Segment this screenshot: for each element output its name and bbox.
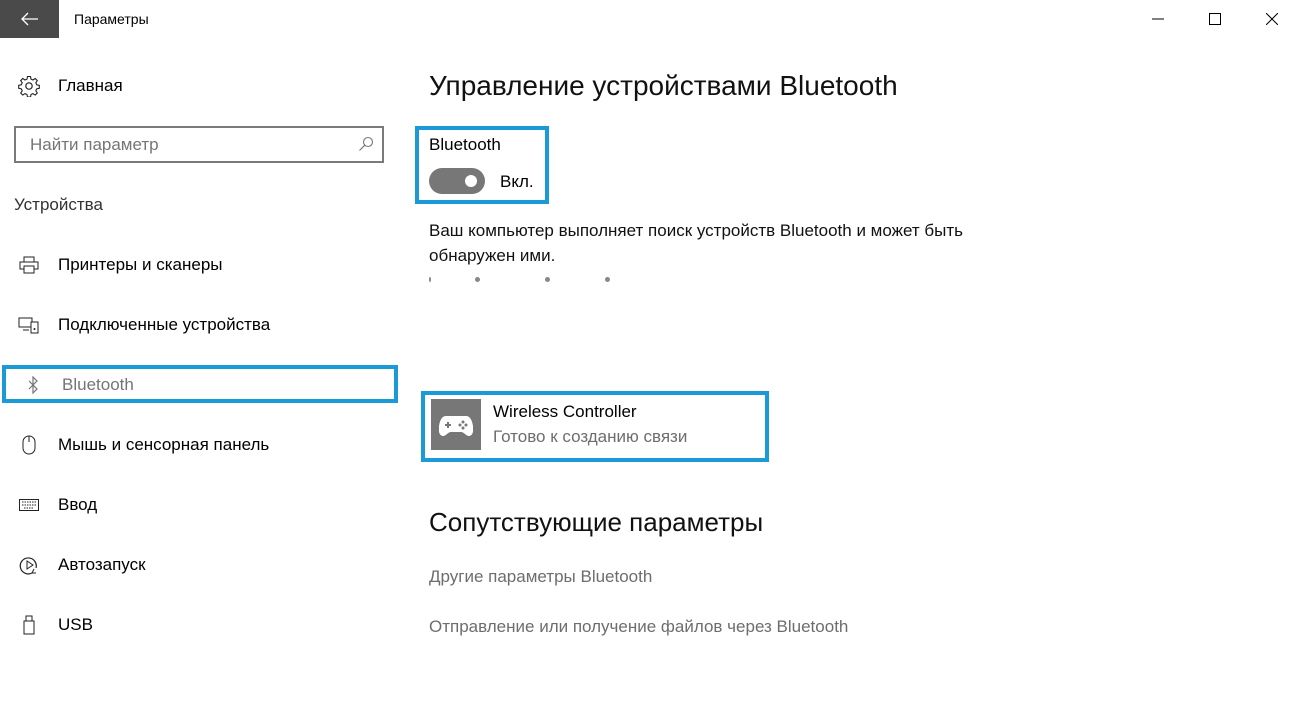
page-title: Управление устройствами Bluetooth <box>429 70 898 101</box>
sidebar-item-label: Ввод <box>58 495 98 514</box>
home-label: Главная <box>58 76 123 95</box>
arrow-left-icon <box>20 12 38 26</box>
discovery-description: Ваш компьютер выполняет поиск устройств … <box>429 221 963 265</box>
sidebar-item-label: Мышь и сенсорная панель <box>58 435 270 454</box>
connected-devices-icon <box>18 315 40 335</box>
sidebar: Главная Устройства Принтеры и сканеры По… <box>0 38 400 718</box>
sidebar-item-input[interactable]: Ввод <box>0 485 400 525</box>
device-item-wireless-controller[interactable]: Wireless Controller Готово к созданию св… <box>421 391 769 462</box>
sidebar-item-label: USB <box>58 615 93 634</box>
bluetooth-icon <box>22 375 44 395</box>
keyboard-icon <box>18 495 40 515</box>
gamepad-icon <box>431 399 481 450</box>
gear-icon <box>18 75 40 97</box>
bluetooth-toggle-label: Bluetooth <box>429 135 501 154</box>
sidebar-item-label: Подключенные устройства <box>58 315 271 334</box>
progress-dot <box>475 277 480 282</box>
back-button[interactable] <box>0 0 59 38</box>
section-label-devices: Устройства <box>14 195 103 214</box>
sidebar-item-printers[interactable]: Принтеры и сканеры <box>0 245 400 285</box>
sidebar-item-usb[interactable]: USB <box>0 605 400 645</box>
main-content: Управление устройствами Bluetooth Blueto… <box>400 0 1301 718</box>
searching-progress-indicator <box>429 276 629 284</box>
sidebar-item-label: Принтеры и сканеры <box>58 255 223 274</box>
usb-icon <box>18 615 40 635</box>
sidebar-item-bluetooth[interactable]: Bluetooth <box>2 365 398 403</box>
sidebar-item-connected-devices[interactable]: Подключенные устройства <box>0 305 400 345</box>
device-name: Wireless Controller <box>493 402 637 421</box>
progress-dot <box>545 277 550 282</box>
related-settings-title: Сопутствующие параметры <box>429 507 764 537</box>
mouse-icon <box>18 435 40 455</box>
sidebar-item-autoplay[interactable]: Автозапуск <box>0 545 400 585</box>
bluetooth-toggle[interactable] <box>429 168 485 194</box>
sidebar-item-label: Bluetooth <box>62 375 134 394</box>
search-box[interactable] <box>14 126 384 163</box>
search-icon[interactable] <box>358 136 374 152</box>
progress-dot <box>429 277 431 282</box>
bluetooth-toggle-group: Bluetooth Вкл. <box>415 126 549 204</box>
home-link[interactable]: Главная <box>18 74 123 98</box>
search-input[interactable] <box>30 135 350 155</box>
sidebar-item-label: Автозапуск <box>58 555 146 574</box>
window-title: Параметры <box>74 11 149 27</box>
printer-icon <box>18 255 40 275</box>
autoplay-icon <box>18 555 40 575</box>
progress-dot <box>605 277 610 282</box>
toggle-knob <box>465 175 477 187</box>
device-status: Готово к созданию связи <box>493 427 688 446</box>
link-send-receive-files-bluetooth[interactable]: Отправление или получение файлов через B… <box>429 617 848 637</box>
toggle-state-label: Вкл. <box>500 172 534 191</box>
link-other-bluetooth-settings[interactable]: Другие параметры Bluetooth <box>429 567 652 587</box>
sidebar-item-mouse[interactable]: Мышь и сенсорная панель <box>0 425 400 465</box>
